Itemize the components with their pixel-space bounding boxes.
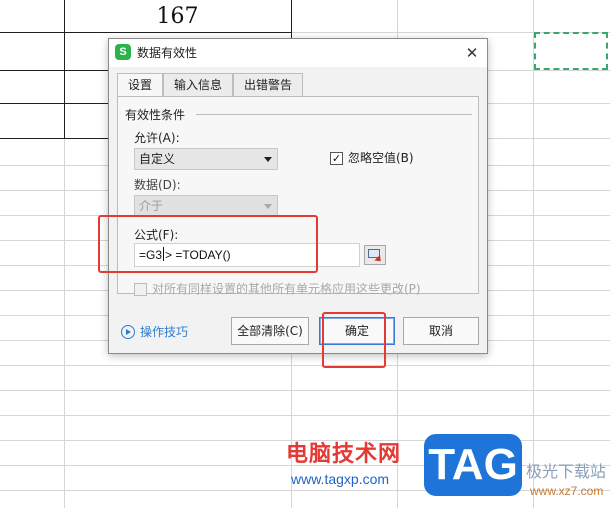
chevron-down-icon	[264, 204, 272, 209]
apply-all-checkbox[interactable]	[134, 283, 147, 296]
watermark-site-url: www.tagxp.com	[291, 471, 390, 487]
dialog-titlebar[interactable]: S 数据有效性 ✕	[109, 39, 487, 67]
data-select[interactable]: 介于	[134, 195, 278, 217]
grid-line	[533, 0, 534, 508]
watermark-site-name: 电脑技术网	[286, 442, 402, 467]
grid-line	[0, 365, 610, 366]
tab-input-message[interactable]: 输入信息	[163, 73, 233, 97]
grid-line	[0, 415, 610, 416]
annotation-box-ok	[322, 312, 386, 368]
table-border	[0, 32, 291, 33]
cell-value[interactable]: 167	[64, 2, 291, 32]
data-select-value: 介于	[139, 199, 164, 213]
grid-line	[0, 390, 610, 391]
chevron-down-icon	[264, 157, 272, 162]
selected-cell-marquee[interactable]	[534, 32, 608, 70]
tag-logo: TAG	[424, 434, 522, 496]
data-validation-dialog: S 数据有效性 ✕ 设置 输入信息 出错警告 有效性条件 允许(A): 自定义 …	[108, 38, 488, 354]
ignore-blank-checkbox[interactable]: ✓	[330, 152, 343, 165]
cancel-button[interactable]: 取消	[403, 317, 479, 345]
group-divider	[196, 114, 472, 115]
data-label: 数据(D):	[134, 178, 181, 192]
play-circle-icon	[121, 325, 135, 339]
watermark-xz-url: www.xz7.com	[530, 484, 604, 498]
tips-label: 操作技巧	[140, 325, 189, 339]
tab-error-alert[interactable]: 出错警告	[233, 73, 303, 97]
allow-select[interactable]: 自定义	[134, 148, 278, 170]
annotation-box-formula	[98, 215, 318, 273]
range-select-icon[interactable]	[364, 245, 386, 265]
clear-all-button[interactable]: 全部清除(C)	[231, 317, 309, 345]
apply-all-label[interactable]: 对所有同样设置的其他所有单元格应用这些更改(P)	[152, 281, 421, 297]
dialog-title: 数据有效性	[137, 46, 198, 60]
close-icon[interactable]: ✕	[461, 42, 483, 64]
allow-label: 允许(A):	[134, 131, 180, 145]
watermark-xz-name: 极光下载站	[526, 462, 607, 481]
validation-criteria-label: 有效性条件	[125, 108, 186, 122]
ignore-blank-label[interactable]: 忽略空值(B)	[348, 150, 414, 166]
wps-app-icon: S	[115, 44, 131, 60]
tab-settings[interactable]: 设置	[117, 73, 163, 98]
allow-select-value: 自定义	[139, 152, 176, 166]
